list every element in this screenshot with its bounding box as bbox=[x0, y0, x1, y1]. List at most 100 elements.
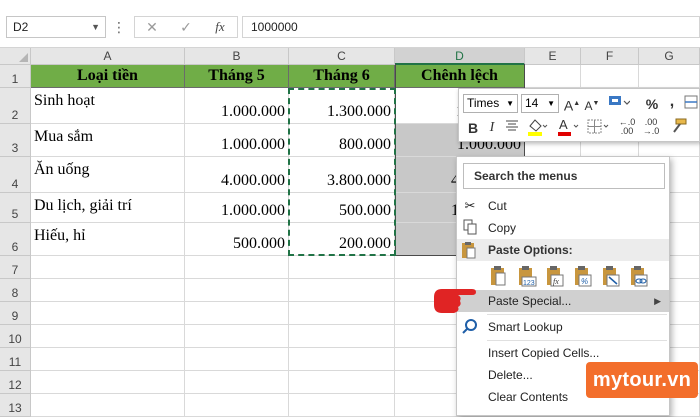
cell-c2[interactable]: 1.300.000 bbox=[289, 88, 395, 124]
row-header-8[interactable]: 8 bbox=[0, 279, 31, 302]
cell-b6[interactable]: 500.000 bbox=[185, 223, 289, 256]
column-header-g[interactable]: G bbox=[639, 48, 700, 65]
formula-input[interactable]: 1000000 bbox=[242, 16, 700, 38]
decrease-font-icon[interactable]: A▼ bbox=[583, 94, 601, 114]
empty-cell[interactable] bbox=[289, 371, 395, 394]
empty-cell[interactable] bbox=[31, 279, 185, 302]
format-painter-icon[interactable] bbox=[667, 117, 689, 137]
menu-item-smart-lookup[interactable]: Smart Lookup bbox=[457, 316, 669, 338]
column-header-f[interactable]: F bbox=[581, 48, 639, 65]
chevron-down-icon[interactable]: ▼ bbox=[506, 95, 514, 112]
empty-cell[interactable] bbox=[289, 394, 395, 417]
cancel-icon[interactable]: ✕ bbox=[141, 17, 163, 37]
row-header-1[interactable]: 1 bbox=[0, 65, 31, 88]
accounting-format-icon[interactable] bbox=[605, 93, 631, 113]
row-header-6[interactable]: 6 bbox=[0, 223, 31, 256]
cell-b1[interactable]: Tháng 5 bbox=[185, 65, 289, 88]
cell-d1[interactable]: Chênh lệch bbox=[395, 65, 525, 88]
empty-cell[interactable] bbox=[31, 348, 185, 371]
column-header-d[interactable]: D bbox=[395, 48, 525, 65]
paste-icon[interactable] bbox=[489, 265, 509, 287]
increase-decimal-icon[interactable]: ←.0.00 bbox=[617, 118, 637, 138]
chevron-down-icon[interactable]: ▼ bbox=[547, 95, 555, 112]
empty-cell[interactable] bbox=[185, 256, 289, 279]
align-center-icon[interactable] bbox=[503, 118, 521, 138]
row-header-4[interactable]: 4 bbox=[0, 157, 31, 193]
cell-c1[interactable]: Tháng 6 bbox=[289, 65, 395, 88]
chevron-down-icon[interactable]: ▼ bbox=[91, 17, 100, 37]
empty-cell[interactable] bbox=[31, 371, 185, 394]
cell-b3[interactable]: 1.000.000 bbox=[185, 124, 289, 157]
paste-link-icon[interactable] bbox=[629, 265, 649, 287]
cell-c3[interactable]: 800.000 bbox=[289, 124, 395, 157]
paste-transpose-icon[interactable] bbox=[601, 265, 621, 287]
row-header-5[interactable]: 5 bbox=[0, 193, 31, 223]
comma-style-icon[interactable]: , bbox=[665, 92, 679, 112]
cell-a6[interactable]: Hiếu, hỉ bbox=[31, 223, 185, 256]
row-header-7[interactable]: 7 bbox=[0, 256, 31, 279]
paste-formatting-icon[interactable]: % bbox=[573, 265, 593, 287]
paste-formulas-icon[interactable]: fx bbox=[545, 265, 565, 287]
empty-cell[interactable] bbox=[185, 394, 289, 417]
percent-style-icon[interactable]: % bbox=[643, 94, 661, 114]
cell-a4[interactable]: Ăn uống bbox=[31, 157, 185, 193]
empty-cell[interactable] bbox=[639, 65, 700, 88]
font-size-box[interactable]: 14 ▼ bbox=[521, 94, 559, 113]
column-header-b[interactable]: B bbox=[185, 48, 289, 65]
empty-cell[interactable] bbox=[525, 65, 581, 88]
cell-c4[interactable]: 3.800.000 bbox=[289, 157, 395, 193]
empty-cell[interactable] bbox=[185, 325, 289, 348]
empty-cell[interactable] bbox=[31, 302, 185, 325]
decrease-decimal-icon[interactable]: .00 →.0 bbox=[641, 118, 661, 138]
column-header-e[interactable]: E bbox=[525, 48, 581, 65]
menu-item-cut[interactable]: ✂ Cut bbox=[457, 195, 669, 217]
cell-b5[interactable]: 1.000.000 bbox=[185, 193, 289, 223]
empty-cell[interactable] bbox=[581, 65, 639, 88]
menu-item-copy[interactable]: Copy bbox=[457, 217, 669, 239]
cell-a2[interactable]: Sinh hoạt bbox=[31, 88, 185, 124]
row-header-3[interactable]: 3 bbox=[0, 124, 31, 157]
empty-cell[interactable] bbox=[185, 371, 289, 394]
cell-b2[interactable]: 1.000.000 bbox=[185, 88, 289, 124]
font-color-icon[interactable]: A bbox=[555, 117, 581, 137]
italic-icon[interactable]: I bbox=[485, 118, 499, 138]
bold-icon[interactable]: B bbox=[465, 118, 481, 138]
row-header-9[interactable]: 9 bbox=[0, 302, 31, 325]
menu-item-paste-special[interactable]: Paste Special... ▶ bbox=[457, 290, 669, 312]
font-name-box[interactable]: Times Ne ▼ bbox=[463, 94, 518, 113]
cell-a1[interactable]: Loại tiền bbox=[31, 65, 185, 88]
insert-function-icon[interactable]: fx bbox=[209, 17, 231, 37]
empty-cell[interactable] bbox=[289, 279, 395, 302]
row-header-10[interactable]: 10 bbox=[0, 325, 31, 348]
column-header-c[interactable]: C bbox=[289, 48, 395, 65]
cell-a5[interactable]: Du lịch, giải trí bbox=[31, 193, 185, 223]
empty-cell[interactable] bbox=[185, 279, 289, 302]
row-header-2[interactable]: 2 bbox=[0, 88, 31, 124]
format-icon[interactable] bbox=[683, 94, 699, 114]
select-all-button[interactable] bbox=[0, 48, 31, 65]
column-header-a[interactable]: A bbox=[31, 48, 185, 65]
increase-font-icon[interactable]: A▲ bbox=[563, 94, 581, 114]
empty-cell[interactable] bbox=[289, 325, 395, 348]
empty-cell[interactable] bbox=[31, 256, 185, 279]
cell-c6[interactable]: 200.000 bbox=[289, 223, 395, 256]
empty-cell[interactable] bbox=[289, 256, 395, 279]
borders-icon[interactable] bbox=[585, 117, 611, 137]
empty-cell[interactable] bbox=[289, 302, 395, 325]
empty-cell[interactable] bbox=[31, 325, 185, 348]
empty-cell[interactable] bbox=[185, 348, 289, 371]
fill-color-icon[interactable] bbox=[525, 117, 549, 137]
empty-cell[interactable] bbox=[289, 348, 395, 371]
empty-cell[interactable] bbox=[185, 302, 289, 325]
cell-a3[interactable]: Mua sắm bbox=[31, 124, 185, 157]
row-header-13[interactable]: 13 bbox=[0, 394, 31, 417]
search-menus-input[interactable]: Search the menus bbox=[463, 163, 665, 189]
enter-check-icon[interactable]: ✓ bbox=[175, 17, 197, 37]
name-box[interactable]: D2 ▼ bbox=[6, 16, 106, 38]
cell-b4[interactable]: 4.000.000 bbox=[185, 157, 289, 193]
paste-values-icon[interactable]: 123 bbox=[517, 265, 537, 287]
more-options-icon[interactable]: ⋮ bbox=[112, 15, 126, 39]
row-header-11[interactable]: 11 bbox=[0, 348, 31, 371]
empty-cell[interactable] bbox=[31, 394, 185, 417]
row-header-12[interactable]: 12 bbox=[0, 371, 31, 394]
